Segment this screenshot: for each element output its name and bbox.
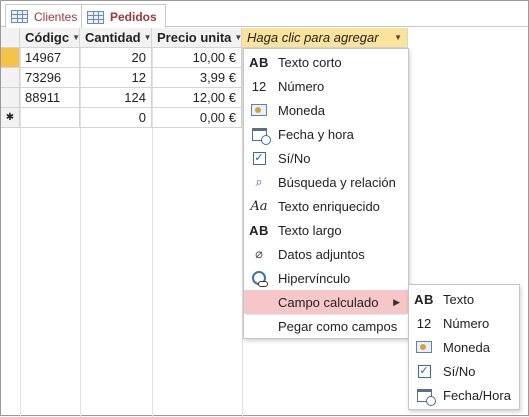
access-window: Clientes Pedidos Códigc ▼ Cantidad ▼ Preci…	[0, 0, 529, 417]
rich-text-icon: Aa	[250, 198, 268, 214]
checkbox-icon: ✓	[417, 364, 431, 378]
row-selector[interactable]	[1, 88, 20, 108]
menu-item-label: Número	[278, 78, 325, 94]
field-type-menu: AB Texto corto 12 Número Moneda Fecha y …	[243, 48, 409, 339]
menu-item-datos-adjuntos[interactable]: ⌀ Datos adjuntos	[244, 242, 408, 266]
submenu-item-moneda[interactable]: Moneda	[409, 335, 519, 359]
add-column-header[interactable]: Haga clic para agregar ▼	[242, 28, 408, 48]
chevron-down-icon[interactable]: ▼	[234, 28, 241, 47]
cell-codigo[interactable]: 73296	[20, 68, 80, 88]
submenu-item-texto[interactable]: AB Texto	[409, 287, 519, 311]
menu-item-label: Moneda	[443, 339, 490, 355]
checkbox-icon: ✓	[252, 151, 266, 165]
menu-item-moneda[interactable]: Moneda	[244, 98, 408, 122]
cell-codigo[interactable]: 14967	[20, 48, 80, 68]
menu-item-label: Número	[443, 315, 490, 331]
row-selector-current[interactable]	[1, 48, 20, 68]
cell-precio[interactable]: 3,99 €	[152, 68, 242, 88]
menu-item-busqueda[interactable]: ⌕ Búsqueda y relación	[244, 170, 408, 194]
menu-item-label: Texto largo	[278, 222, 342, 238]
number-icon: 12	[251, 78, 267, 94]
submenu-item-si-no[interactable]: ✓ Sí/No	[409, 359, 519, 383]
menu-item-label: Hipervínculo	[278, 270, 351, 286]
submenu-item-numero[interactable]: 12 Número	[409, 311, 519, 335]
column-header-cantidad[interactable]: Cantidad ▼	[80, 28, 152, 48]
submenu-item-fecha-hora[interactable]: Fecha/Hora	[409, 383, 519, 407]
short-text-icon: AB	[249, 54, 269, 70]
calendar-icon	[411, 388, 437, 406]
cell-codigo[interactable]: 88911	[20, 88, 80, 108]
attachment-icon: ⌀	[255, 246, 263, 261]
menu-item-texto-largo[interactable]: AB Texto largo	[244, 218, 408, 242]
long-text-icon: AB	[249, 222, 269, 238]
select-all-corner[interactable]	[1, 28, 20, 48]
cell-precio[interactable]: 10,00 €	[152, 48, 242, 68]
text-icon: AB	[414, 291, 434, 307]
menu-item-label: Búsqueda y relación	[278, 174, 396, 190]
chevron-down-icon[interactable]: ▼	[394, 28, 402, 47]
table-row: 88911 124 12,00 €	[1, 88, 242, 108]
cell-cantidad[interactable]: 12	[80, 68, 152, 88]
menu-item-label: Sí/No	[278, 150, 311, 166]
menu-item-label: Texto corto	[278, 54, 342, 70]
lookup-icon: ⌕	[255, 174, 263, 189]
cell-cantidad[interactable]: 0	[80, 108, 152, 128]
menu-item-si-no[interactable]: ✓ Sí/No	[244, 146, 408, 170]
hyperlink-icon	[246, 271, 272, 287]
menu-item-hipervinculo[interactable]: Hipervínculo	[244, 266, 408, 290]
column-header-label: Cantidad	[85, 30, 141, 45]
column-header-label: Códigc	[25, 30, 70, 45]
tab-label: Clientes	[34, 9, 78, 24]
menu-item-label: Fecha/Hora	[443, 387, 511, 403]
chevron-down-icon[interactable]: ▼	[72, 28, 79, 47]
menu-item-label: Texto enriquecido	[278, 198, 380, 214]
menu-item-label: Moneda	[278, 102, 325, 118]
menu-item-texto-enriquecido[interactable]: Aa Texto enriquecido	[244, 194, 408, 218]
submenu-arrow-icon: ▶	[393, 296, 400, 307]
currency-icon	[246, 104, 272, 116]
table-icon	[87, 10, 104, 24]
tab-clientes[interactable]: Clientes	[5, 4, 87, 28]
number-icon: 12	[416, 315, 432, 331]
tab-pedidos[interactable]: Pedidos	[81, 4, 166, 29]
menu-item-texto-corto[interactable]: AB Texto corto	[244, 50, 408, 74]
cell-cantidad[interactable]: 20	[80, 48, 152, 68]
menu-item-label: Pegar como campos	[278, 318, 398, 334]
cell-cantidad[interactable]: 124	[80, 88, 152, 108]
menu-item-campo-calculado[interactable]: Campo calculado ▶	[244, 290, 408, 314]
table-row: 14967 20 10,00 €	[1, 48, 242, 68]
column-header-label: Precio unita	[157, 30, 232, 45]
menu-item-label: Sí/No	[443, 363, 476, 379]
new-record-row: ✱ 0 0,00 €	[1, 108, 242, 128]
currency-icon	[411, 341, 437, 353]
chevron-down-icon[interactable]: ▼	[144, 28, 151, 47]
table-row: 73296 12 3,99 €	[1, 68, 242, 88]
new-record-marker-icon[interactable]: ✱	[1, 108, 20, 128]
calculated-field-submenu: AB Texto 12 Número Moneda ✓ Sí/No Fecha/…	[408, 284, 520, 410]
tab-label: Pedidos	[110, 10, 157, 24]
add-column-label: Haga clic para agregar	[247, 30, 379, 45]
menu-item-label: Campo calculado	[278, 294, 379, 310]
menu-item-fecha-hora[interactable]: Fecha y hora	[244, 122, 408, 146]
cell-precio[interactable]: 12,00 €	[152, 88, 242, 108]
header-row: Códigc ▼ Cantidad ▼ Precio unita ▼ Haga cli…	[1, 28, 408, 48]
calendar-icon	[246, 127, 272, 145]
table-icon	[11, 10, 28, 23]
cell-precio[interactable]: 0,00 €	[152, 108, 242, 128]
column-header-codigo[interactable]: Códigc ▼	[20, 28, 80, 48]
menu-item-label: Fecha y hora	[278, 126, 354, 142]
menu-item-label: Datos adjuntos	[278, 246, 365, 262]
cell-codigo[interactable]	[20, 108, 80, 128]
menu-item-numero[interactable]: 12 Número	[244, 74, 408, 98]
row-selector[interactable]	[1, 68, 20, 88]
menu-item-label: Texto	[443, 291, 475, 307]
menu-item-pegar-campos[interactable]: Pegar como campos	[244, 314, 408, 338]
column-header-precio[interactable]: Precio unita ▼	[152, 28, 242, 48]
document-tabs: Clientes Pedidos	[1, 1, 528, 29]
